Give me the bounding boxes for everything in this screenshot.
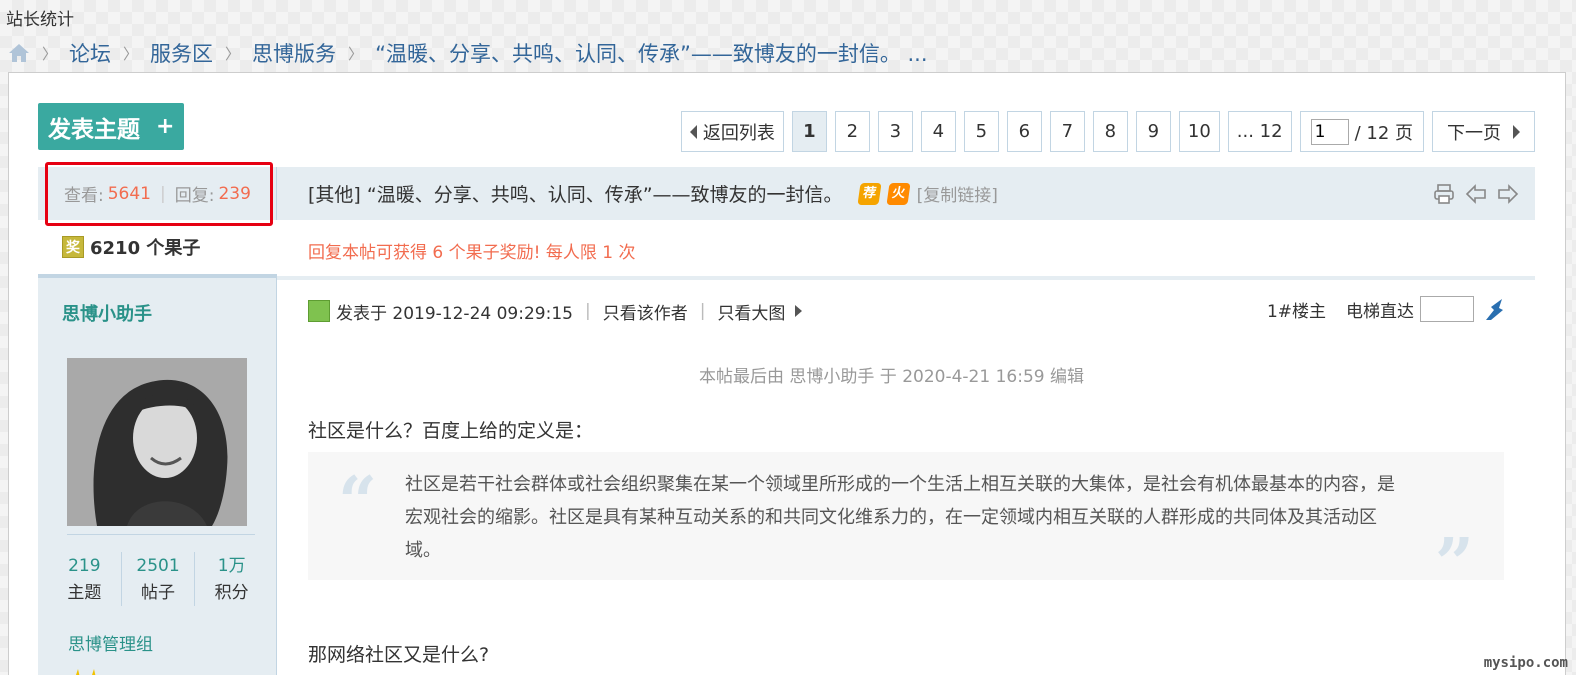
next-page-button[interactable]: 下一页 bbox=[1432, 111, 1535, 152]
elevator-input[interactable] bbox=[1420, 296, 1474, 322]
home-icon[interactable] bbox=[8, 43, 30, 63]
fruit-reward: 奖 6210 个果子 bbox=[38, 220, 277, 278]
content-divider bbox=[277, 276, 1535, 280]
watermark: mysipo.com bbox=[1483, 655, 1568, 671]
page-5[interactable]: 5 bbox=[963, 111, 999, 152]
back-to-list-button[interactable]: 返回列表 bbox=[680, 111, 784, 152]
page-7[interactable]: 7 bbox=[1049, 111, 1085, 152]
page-6[interactable]: 6 bbox=[1006, 111, 1042, 152]
views-label: 查看: bbox=[64, 186, 104, 206]
rank-stars-icon bbox=[76, 669, 96, 675]
thread-title-area: [其他] “温暖、分享、共鸣、认同、传承”——致博友的一封信。 荐 火 [复制链… bbox=[308, 167, 998, 220]
breadcrumb-thread[interactable]: “温暖、分享、共鸣、认同、传承”——致博友的一封信。 ... bbox=[375, 38, 927, 68]
recommend-badge: 荐 bbox=[857, 182, 882, 205]
triangle-right-icon bbox=[1513, 124, 1520, 139]
page-9[interactable]: 9 bbox=[1135, 111, 1171, 152]
breadcrumb-separator: 〉 bbox=[42, 44, 58, 63]
breadcrumb-forum[interactable]: 论坛 bbox=[69, 38, 111, 68]
copy-link[interactable]: [复制链接] bbox=[917, 181, 998, 206]
stat-label: 主题 bbox=[67, 583, 102, 603]
stat-value: 219 bbox=[68, 556, 101, 576]
page-jump-input[interactable] bbox=[1310, 118, 1349, 145]
breadcrumb-separator: 〉 bbox=[123, 44, 139, 63]
triangle-left-icon bbox=[689, 124, 697, 139]
post-content: 回复本帖可获得 6 个果子奖励! 每人限 1 次 发表于 2019-12-24 … bbox=[277, 220, 1535, 675]
elevator-label: 电梯直达 bbox=[1346, 301, 1414, 322]
meta-divider: | bbox=[584, 301, 591, 321]
post-time: 发表于 2019-12-24 09:29:15 bbox=[336, 303, 573, 324]
thread-title: [其他] “温暖、分享、共鸣、认同、传承”——致博友的一封信。 bbox=[308, 184, 843, 206]
page-2[interactable]: 2 bbox=[834, 111, 870, 152]
post-paragraph: 社区是什么？百度上给的定义是： bbox=[308, 420, 594, 442]
replies-label: 回复: bbox=[174, 186, 215, 206]
only-author-link[interactable]: 只看该作者 bbox=[603, 299, 688, 324]
breadcrumb-service[interactable]: 服务区 bbox=[150, 38, 213, 68]
avatar-divider bbox=[67, 534, 255, 535]
triangle-right-icon bbox=[795, 305, 803, 317]
floor-number[interactable]: 1#楼主 bbox=[1267, 297, 1326, 322]
fruit-count: 6210 个果子 bbox=[90, 238, 201, 259]
page-10[interactable]: 10 bbox=[1178, 111, 1220, 152]
author-sidebar: 奖 6210 个果子 思博小助手 219 主题 2501 帖子 1万 积分 思博… bbox=[38, 220, 277, 675]
pagination: 返回列表 1 2 3 4 5 6 7 8 9 10 ... 12 / 12 页 … bbox=[680, 111, 1535, 152]
plus-icon: + bbox=[156, 114, 175, 139]
author-name[interactable]: 思博小助手 bbox=[62, 300, 152, 326]
online-status-icon bbox=[308, 300, 330, 322]
thread-header: 查看: 5641 | 回复: 239 [其他] “温暖、分享、共鸣、认同、传承”… bbox=[38, 167, 1535, 220]
next-thread-icon[interactable] bbox=[1497, 183, 1519, 205]
stat-label: 积分 bbox=[214, 583, 249, 603]
floor-controls: 1#楼主 电梯直达 bbox=[1267, 296, 1508, 322]
author-stats: 219 主题 2501 帖子 1万 积分 bbox=[48, 552, 268, 606]
new-thread-label: 发表主题 bbox=[48, 116, 140, 143]
reply-reward-message: 回复本帖可获得 6 个果子奖励! 每人限 1 次 bbox=[308, 243, 636, 263]
edit-note: 本帖最后由 思博小助手 于 2020-4-21 16:59 编辑 bbox=[699, 367, 1084, 387]
meta-divider: | bbox=[699, 301, 706, 321]
post-paragraph: 那网络社区又是什么? bbox=[308, 644, 490, 666]
prev-thread-icon[interactable] bbox=[1465, 183, 1487, 205]
quote-text: 社区是若干社会群体或社会组织聚集在某一个领域里所形成的一个生活上相互关联的大集体… bbox=[405, 474, 1395, 561]
author-stat-threads[interactable]: 219 主题 bbox=[48, 552, 122, 606]
next-page-label: 下一页 bbox=[1447, 122, 1501, 144]
page-jump: / 12 页 bbox=[1299, 111, 1424, 152]
author-stat-posts[interactable]: 2501 帖子 bbox=[122, 552, 196, 606]
go-icon[interactable] bbox=[1482, 296, 1508, 322]
breadcrumb-board[interactable]: 思博版务 bbox=[252, 38, 336, 68]
page-3[interactable]: 3 bbox=[877, 111, 913, 152]
avatar-image bbox=[67, 358, 247, 526]
breadcrumb: 〉 论坛 〉 服务区 〉 思博版务 〉 “温暖、分享、共鸣、认同、传承”——致博… bbox=[8, 38, 928, 68]
breadcrumb-separator: 〉 bbox=[225, 44, 241, 63]
stat-value: 2501 bbox=[136, 556, 180, 576]
stat-label: 帖子 bbox=[141, 583, 175, 603]
page-4[interactable]: 4 bbox=[920, 111, 956, 152]
site-stats-link[interactable]: 站长统计 bbox=[6, 5, 74, 30]
back-to-list-label: 返回列表 bbox=[702, 122, 775, 144]
hot-badge: 火 bbox=[886, 182, 911, 205]
page-8[interactable]: 8 bbox=[1092, 111, 1128, 152]
views-count: 5641 bbox=[107, 183, 151, 204]
page-total: / 12 页 bbox=[1354, 122, 1413, 144]
thread-stats: 查看: 5641 | 回复: 239 bbox=[38, 167, 277, 220]
thread-panel: 发表主题 + 返回列表 1 2 3 4 5 6 7 8 9 10 ... 12 … bbox=[8, 72, 1566, 675]
page-last[interactable]: ... 12 bbox=[1227, 111, 1292, 152]
blockquote: “ 社区是若干社会群体或社会组织聚集在某一个领域里所形成的一个生活上相互关联的大… bbox=[308, 452, 1504, 604]
avatar[interactable] bbox=[67, 358, 247, 526]
print-icon[interactable] bbox=[1433, 183, 1455, 205]
reward-icon: 奖 bbox=[62, 236, 84, 258]
page-1[interactable]: 1 bbox=[791, 111, 827, 152]
replies-count: 239 bbox=[218, 183, 251, 204]
author-group[interactable]: 思博管理组 bbox=[68, 630, 153, 655]
quote-open-icon: “ bbox=[338, 462, 378, 542]
quote-close-icon: ” bbox=[1434, 524, 1474, 604]
only-images-link[interactable]: 只看大图 bbox=[717, 299, 785, 324]
stat-value: 1万 bbox=[217, 556, 246, 576]
breadcrumb-separator: 〉 bbox=[348, 44, 364, 63]
thread-tools bbox=[1433, 183, 1519, 205]
author-stat-points[interactable]: 1万 积分 bbox=[195, 552, 268, 606]
new-thread-button[interactable]: 发表主题 + bbox=[38, 103, 184, 150]
stats-divider: | bbox=[160, 183, 166, 204]
